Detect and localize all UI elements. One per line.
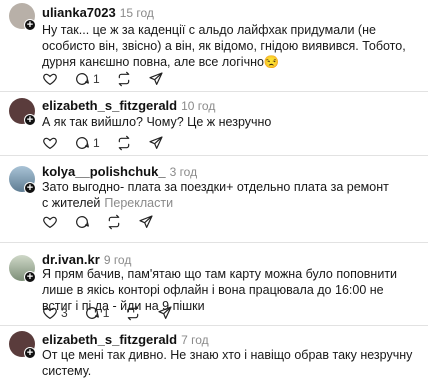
- like-count: 3: [61, 306, 68, 320]
- translate-link[interactable]: Перекласти: [104, 196, 173, 210]
- comment-text: Зато выгодно- плата за поездки+ отдельно…: [42, 179, 392, 211]
- reply-count: 1: [93, 136, 100, 150]
- repost-button[interactable]: [106, 214, 122, 230]
- share-icon: [158, 306, 172, 319]
- comment-icon: [76, 137, 89, 149]
- reply-button[interactable]: 1: [74, 71, 100, 87]
- repost-button[interactable]: [125, 305, 141, 321]
- comment-icon: [85, 307, 99, 319]
- heart-icon: [43, 216, 57, 229]
- reply-count: 1: [102, 306, 110, 320]
- timestamp: 10 год: [181, 99, 216, 113]
- plus-icon[interactable]: +: [24, 114, 36, 126]
- timestamp: 7 год: [181, 333, 209, 347]
- comment-text: А як так вийшло? Чому? Це ж незручно: [42, 115, 272, 129]
- plus-icon[interactable]: +: [24, 182, 36, 194]
- heart-icon: [43, 307, 57, 320]
- username[interactable]: ulianka7023: [42, 5, 116, 20]
- plus-icon[interactable]: +: [24, 19, 36, 31]
- like-button[interactable]: 3: [42, 305, 68, 321]
- plus-icon[interactable]: +: [24, 271, 36, 283]
- comment-post: + dr.ivan.kr 9 год Я прям бачив, пам'ятаю…: [0, 243, 428, 325]
- comment-text: От це мені так дивно. Не знаю хто і наві…: [42, 348, 413, 378]
- heart-icon: [43, 137, 57, 150]
- timestamp: 9 год: [103, 253, 132, 267]
- comment-text: Ну так... це ж за каденції с альдо лайфх…: [42, 23, 406, 69]
- username[interactable]: elizabeth_s_fitzgerald: [42, 98, 177, 113]
- share-button[interactable]: [148, 71, 164, 87]
- comment-icon: [76, 216, 89, 228]
- reply-button[interactable]: [74, 214, 90, 230]
- comment-post: + ulianka7023 15 год Ну так... це ж за ка…: [0, 0, 428, 96]
- comment-post: + elizabeth_s_fitzgerald 10 год А як так …: [0, 92, 428, 155]
- like-button[interactable]: [42, 135, 58, 151]
- comment-post: + kolya__polishchuk_ 3 год Зато выгодно- …: [0, 156, 428, 232]
- share-button[interactable]: [148, 135, 164, 151]
- heart-icon: [43, 73, 57, 86]
- like-button[interactable]: [42, 71, 58, 87]
- timestamp: 3 год: [169, 165, 198, 179]
- plus-icon[interactable]: +: [24, 347, 36, 359]
- repost-icon: [118, 71, 129, 87]
- repost-icon: [108, 214, 120, 230]
- share-icon: [149, 72, 163, 85]
- username[interactable]: dr.ivan.kr: [42, 252, 100, 267]
- timestamp: 15 год: [119, 6, 154, 20]
- share-icon: [139, 215, 153, 228]
- comment-post: + elizabeth_s_fitzgerald 7 год От це мені…: [0, 326, 428, 378]
- share-icon: [149, 136, 163, 149]
- share-button[interactable]: [157, 305, 173, 321]
- comment-icon: [76, 73, 89, 85]
- comment-body: Зато выгодно- плата за поездки+ отдельно…: [42, 180, 389, 210]
- reply-count: 1: [93, 72, 100, 86]
- like-button[interactable]: [42, 214, 58, 230]
- reply-button[interactable]: 1: [84, 305, 110, 321]
- repost-icon: [118, 135, 129, 151]
- repost-button[interactable]: [116, 135, 132, 151]
- share-button[interactable]: [138, 214, 154, 230]
- username[interactable]: kolya__polishchuk_: [42, 164, 166, 179]
- reply-button[interactable]: 1: [74, 135, 100, 151]
- repost-icon: [128, 305, 139, 321]
- username[interactable]: elizabeth_s_fitzgerald: [42, 332, 177, 347]
- repost-button[interactable]: [116, 71, 132, 87]
